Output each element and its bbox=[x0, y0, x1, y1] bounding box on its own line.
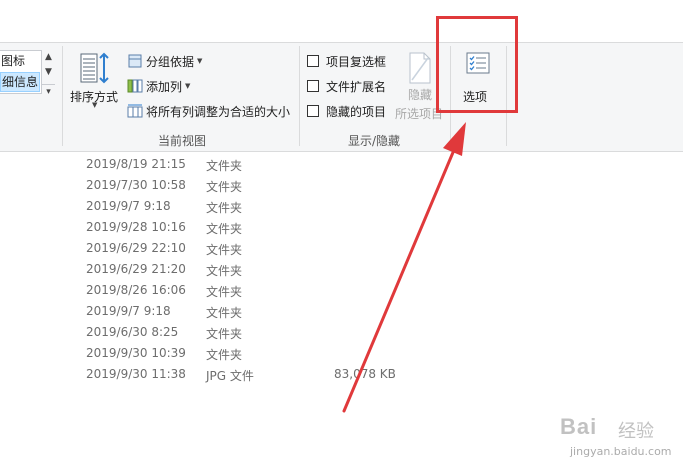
hidden-items-toggle[interactable]: 隐藏的项目 bbox=[307, 101, 386, 121]
ribbon-separator bbox=[299, 46, 300, 146]
group-by-button[interactable]: 分组依据 ▼ bbox=[126, 51, 202, 71]
file-extensions-label: 文件扩展名 bbox=[326, 79, 387, 94]
title-area bbox=[0, 0, 683, 42]
hide-selected-label-1: 隐藏 bbox=[408, 88, 433, 102]
current-view-group-label: 当前视图 bbox=[158, 134, 207, 148]
list-item[interactable]: 2019/9/30 10:39 文件夹 bbox=[0, 343, 683, 364]
date-modified: 2019/6/29 22:10 bbox=[86, 241, 186, 255]
fit-columns-label: 将所有列调整为合适的大小 bbox=[146, 104, 291, 119]
group-by-label: 分组依据 bbox=[146, 54, 195, 69]
file-extensions-toggle[interactable]: 文件扩展名 bbox=[307, 76, 386, 96]
date-modified: 2019/6/29 21:20 bbox=[86, 262, 186, 276]
fit-columns-icon bbox=[126, 103, 144, 119]
file-type: 文件夹 bbox=[206, 243, 243, 257]
hidden-items-checkbox[interactable] bbox=[307, 105, 319, 117]
hide-file-icon bbox=[408, 52, 432, 88]
file-type: 文件夹 bbox=[206, 180, 243, 194]
layout-gallery-scroll: ▲ ▼ ▾ bbox=[42, 50, 55, 110]
sort-dropdown-icon[interactable]: ▼ bbox=[92, 101, 97, 109]
date-modified: 2019/6/30 8:25 bbox=[86, 325, 179, 339]
show-hide-group-label: 显示/隐藏 bbox=[348, 134, 401, 148]
hidden-items-label: 隐藏的项目 bbox=[326, 104, 387, 119]
add-column-icon bbox=[126, 78, 144, 94]
list-item[interactable]: 2019/6/29 21:20 文件夹 bbox=[0, 259, 683, 280]
options-highlight-box bbox=[436, 16, 518, 113]
watermark-url: jingyan.baidu.com bbox=[570, 445, 672, 458]
add-column-label: 添加列 bbox=[146, 79, 183, 94]
date-modified: 2019/9/30 10:39 bbox=[86, 346, 186, 360]
date-modified: 2019/9/28 10:16 bbox=[86, 220, 186, 234]
list-item[interactable]: 2019/7/30 10:58 文件夹 bbox=[0, 175, 683, 196]
file-type: 文件夹 bbox=[206, 327, 243, 341]
file-type: 文件夹 bbox=[206, 201, 243, 215]
layout-gallery: 图标 细信息 bbox=[0, 50, 42, 94]
list-item[interactable]: 2019/9/7 9:18 文件夹 bbox=[0, 196, 683, 217]
list-item[interactable]: 2019/9/30 11:38 JPG 文件 83,078 KB bbox=[0, 364, 683, 385]
file-type: 文件夹 bbox=[206, 285, 243, 299]
chevron-down-icon: ▼ bbox=[185, 82, 191, 90]
item-checkboxes-label: 项目复选框 bbox=[326, 54, 387, 69]
file-type: 文件夹 bbox=[206, 159, 243, 173]
item-checkboxes-checkbox[interactable] bbox=[307, 55, 319, 67]
watermark-brand-cn: 经验 bbox=[618, 421, 654, 442]
date-modified: 2019/8/26 16:06 bbox=[86, 283, 186, 297]
file-type: 文件夹 bbox=[206, 264, 243, 278]
list-item[interactable]: 2019/8/26 16:06 文件夹 bbox=[0, 280, 683, 301]
gallery-more-icon[interactable]: ▾ bbox=[42, 84, 55, 99]
file-type: 文件夹 bbox=[206, 306, 243, 320]
item-checkboxes-toggle[interactable]: 项目复选框 bbox=[307, 51, 386, 71]
watermark-brand: Bai bbox=[560, 414, 598, 439]
date-modified: 2019/9/7 9:18 bbox=[86, 304, 171, 318]
list-item[interactable]: 2019/9/28 10:16 文件夹 bbox=[0, 217, 683, 238]
list-item[interactable]: 2019/6/29 22:10 文件夹 bbox=[0, 238, 683, 259]
scroll-down-icon[interactable]: ▼ bbox=[42, 65, 55, 80]
chevron-down-icon: ▼ bbox=[197, 57, 203, 65]
date-modified: 2019/9/7 9:18 bbox=[86, 199, 171, 213]
file-type: 文件夹 bbox=[206, 348, 243, 362]
layout-item-icons[interactable]: 图标 bbox=[0, 51, 40, 71]
scroll-up-icon[interactable]: ▲ bbox=[42, 50, 55, 65]
sort-by-icon[interactable] bbox=[80, 52, 110, 84]
baidu-watermark: Bai 经验 jingyan.baidu.com bbox=[548, 410, 676, 466]
fit-columns-button[interactable]: 将所有列调整为合适的大小 bbox=[126, 101, 290, 121]
list-item[interactable]: 2019/6/30 8:25 文件夹 bbox=[0, 322, 683, 343]
date-modified: 2019/9/30 11:38 bbox=[86, 367, 186, 381]
layout-item-details[interactable]: 细信息 bbox=[0, 72, 40, 92]
date-modified: 2019/7/30 10:58 bbox=[86, 178, 186, 192]
list-item[interactable]: 2019/8/19 21:15 文件夹 bbox=[0, 154, 683, 175]
file-type: JPG 文件 bbox=[206, 369, 254, 383]
list-item[interactable]: 2019/9/7 9:18 文件夹 bbox=[0, 301, 683, 322]
file-extensions-checkbox[interactable] bbox=[307, 80, 319, 92]
date-modified: 2019/8/19 21:15 bbox=[86, 157, 186, 171]
add-column-button[interactable]: 添加列 ▼ bbox=[126, 76, 190, 96]
file-size: 83,078 KB bbox=[334, 367, 396, 381]
ribbon-separator bbox=[62, 46, 63, 146]
file-type: 文件夹 bbox=[206, 222, 243, 236]
group-by-icon bbox=[126, 53, 144, 69]
